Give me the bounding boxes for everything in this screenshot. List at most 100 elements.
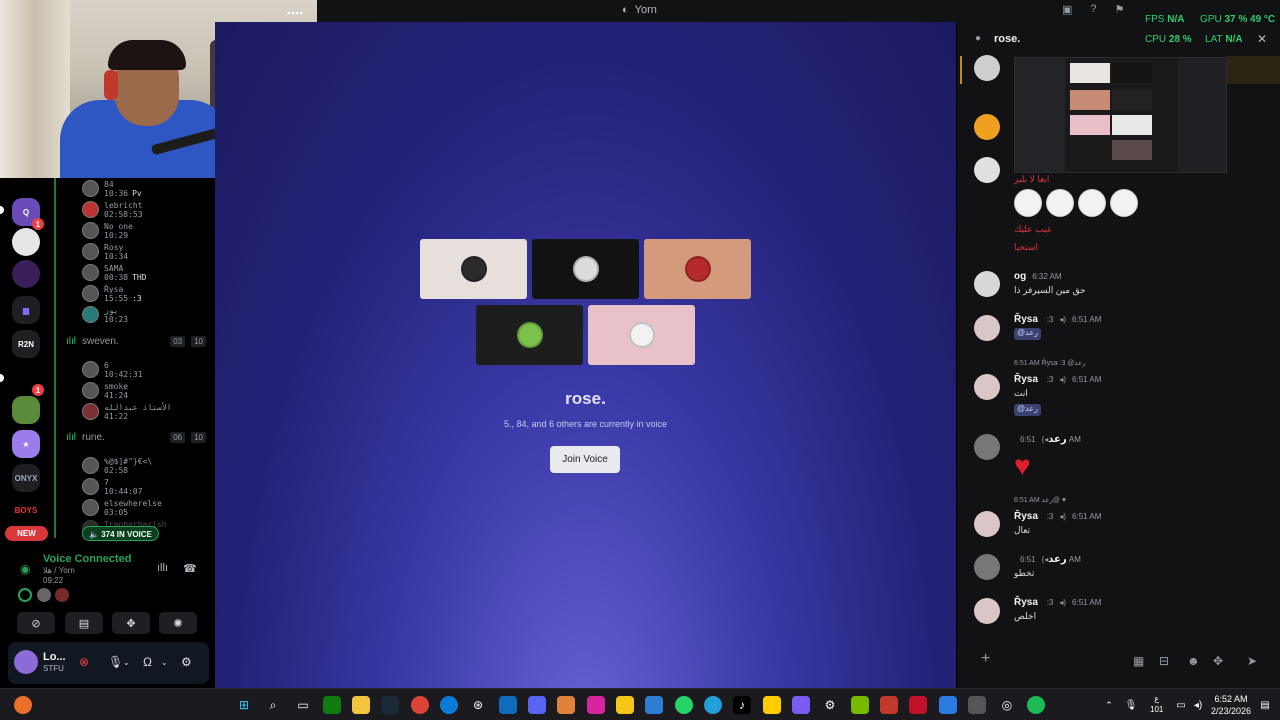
- voice-user[interactable]: 84 10:36 Pv: [82, 180, 142, 198]
- xbox-icon[interactable]: [323, 696, 341, 714]
- voice-user[interactable]: الأستاذ عبدالله 41:22: [82, 403, 171, 421]
- voice-user[interactable]: elsewherelse 03:05: [82, 499, 162, 517]
- join-voice-button[interactable]: Join Voice: [550, 446, 620, 473]
- chevron-down-icon[interactable]: ⌄: [123, 658, 130, 667]
- username[interactable]: Lo...: [43, 651, 66, 663]
- activity-avatar[interactable]: [37, 588, 51, 602]
- store-icon[interactable]: [968, 696, 986, 714]
- voice-user[interactable]: Rosy 10:34: [82, 243, 128, 261]
- activities-button[interactable]: ✥: [112, 612, 150, 634]
- app-icon[interactable]: [792, 696, 810, 714]
- activity-avatar[interactable]: [55, 588, 69, 602]
- image-attachment[interactable]: [1014, 57, 1227, 173]
- avatar[interactable]: [974, 434, 1000, 460]
- outlook-icon[interactable]: [499, 696, 517, 714]
- participant-tile[interactable]: [644, 239, 751, 299]
- settings-icon[interactable]: ⚙: [821, 696, 839, 714]
- headphones-icon[interactable]: Ω: [143, 655, 152, 669]
- voice-user[interactable]: SAMA 00:38 THD: [82, 264, 147, 282]
- chevron-up-icon[interactable]: ⌃: [1100, 696, 1118, 714]
- chrome-icon[interactable]: [411, 696, 429, 714]
- voice-user[interactable]: Řysa 15:55:3: [82, 285, 142, 303]
- nvidia-icon[interactable]: [851, 696, 869, 714]
- app-icon[interactable]: [763, 696, 781, 714]
- app-icon[interactable]: [939, 696, 957, 714]
- server-icon-3[interactable]: [12, 260, 40, 288]
- voicemod-icon[interactable]: [880, 696, 898, 714]
- screen-share-button[interactable]: ▤: [65, 612, 103, 634]
- pin-icon[interactable]: ⚑: [1115, 3, 1125, 16]
- copilot-icon[interactable]: [14, 696, 32, 714]
- emoji-icon[interactable]: ☻: [1187, 654, 1200, 668]
- participant-tile[interactable]: [588, 305, 695, 365]
- chevron-down-icon[interactable]: ⌄: [161, 658, 168, 667]
- notification-icon[interactable]: ▤: [1256, 696, 1274, 714]
- app-icon[interactable]: [557, 696, 575, 714]
- obs-icon[interactable]: ◎: [998, 696, 1016, 714]
- controller-icon[interactable]: ⊗: [79, 655, 89, 669]
- volume-icon[interactable]: ◂): [1189, 696, 1207, 714]
- snapchat-icon[interactable]: [616, 696, 634, 714]
- new-badge[interactable]: NEW: [5, 526, 48, 541]
- search-icon[interactable]: ⌕: [264, 696, 282, 714]
- avatar[interactable]: [974, 374, 1000, 400]
- soundboard-button[interactable]: ✺: [159, 612, 197, 634]
- spotify-icon[interactable]: [1027, 696, 1045, 714]
- task-view-icon[interactable]: ▭: [294, 696, 312, 714]
- settings-gear-icon[interactable]: ⚙: [181, 655, 192, 669]
- voice-status[interactable]: Voice Connected: [43, 553, 131, 565]
- server-icon-2[interactable]: [12, 228, 40, 256]
- discord-icon[interactable]: [528, 696, 546, 714]
- server-icon-onyx[interactable]: ONYX: [12, 464, 40, 492]
- reply-preview[interactable]: 6:51 AM رعد@ ♥: [1014, 496, 1066, 504]
- reply-preview[interactable]: 6:51 AM Řysa :3 @رعد: [1014, 359, 1086, 367]
- file-explorer-icon[interactable]: [352, 696, 370, 714]
- avatar[interactable]: [14, 650, 38, 674]
- discord-avatar[interactable]: [974, 114, 1000, 140]
- adobe-icon[interactable]: [909, 696, 927, 714]
- voice-user[interactable]: %@$]#"}€<\ 02:58: [82, 457, 152, 475]
- microphone-tray-icon[interactable]: 🎙: [1122, 696, 1140, 714]
- message-author[interactable]: رعد◂)6:51 AM: [1014, 554, 1081, 565]
- message-author[interactable]: رعد◂)6:51 AM: [1014, 434, 1081, 445]
- message-author[interactable]: Řysa :3 ◂) 6:51 AM: [1014, 511, 1101, 522]
- avatar[interactable]: [974, 157, 1000, 183]
- avatar[interactable]: [974, 511, 1000, 537]
- noise-suppression-icon[interactable]: ıllı: [157, 562, 168, 574]
- server-icon-boys[interactable]: BOYS: [12, 496, 40, 524]
- voice-user[interactable]: No one 10:29: [82, 222, 133, 240]
- voice-user[interactable]: lebricht 02:58:53: [82, 201, 143, 219]
- message-author[interactable]: Řysa :3 ◂) 6:51 AM: [1014, 314, 1101, 325]
- clock[interactable]: 6:52 AM 2/23/2026: [1208, 693, 1254, 717]
- folder-icon[interactable]: ▆: [12, 296, 40, 324]
- participant-tile[interactable]: [532, 239, 639, 299]
- whatsapp-icon[interactable]: [675, 696, 693, 714]
- inbox-icon[interactable]: ▣: [1062, 3, 1072, 16]
- avatar[interactable]: [974, 598, 1000, 624]
- microphone-icon[interactable]: 🎙: [108, 655, 123, 669]
- server-icon-8[interactable]: ★: [12, 430, 40, 458]
- edge-icon[interactable]: [440, 696, 458, 714]
- message-author[interactable]: Řysa :3 ◂) 6:51 AM: [1014, 597, 1101, 608]
- mail-icon[interactable]: [645, 696, 663, 714]
- apps-icon[interactable]: ✥: [1213, 654, 1223, 668]
- help-icon[interactable]: ?: [1090, 3, 1096, 16]
- message-author[interactable]: Řysa :3 ◂) 6:51 AM: [1014, 374, 1101, 385]
- steam-icon[interactable]: [381, 696, 399, 714]
- close-icon[interactable]: ✕: [1257, 32, 1267, 46]
- avatar[interactable]: [974, 554, 1000, 580]
- avatar[interactable]: [974, 271, 1000, 297]
- voice-channel-sweven[interactable]: ılıl sweven. 03 10: [66, 336, 206, 347]
- user-mention[interactable]: @رعد: [1014, 404, 1041, 416]
- voice-channel-rune[interactable]: ılıl rune. 06 10: [66, 432, 206, 443]
- camera-off-button[interactable]: ⊘: [17, 612, 55, 634]
- message-author[interactable]: og 6:32 AM: [1014, 271, 1062, 282]
- instagram-icon[interactable]: [587, 696, 605, 714]
- voice-user[interactable]: smoke 41:24: [82, 382, 128, 400]
- voice-user[interactable]: 6 10:42:31: [82, 361, 143, 379]
- disconnect-icon[interactable]: ☎: [183, 562, 197, 575]
- user-mention[interactable]: @رعد: [1014, 328, 1041, 340]
- chatgpt-icon[interactable]: ⊛: [469, 696, 487, 714]
- telegram-icon[interactable]: [704, 696, 722, 714]
- server-icon-1[interactable]: Q1: [12, 198, 44, 230]
